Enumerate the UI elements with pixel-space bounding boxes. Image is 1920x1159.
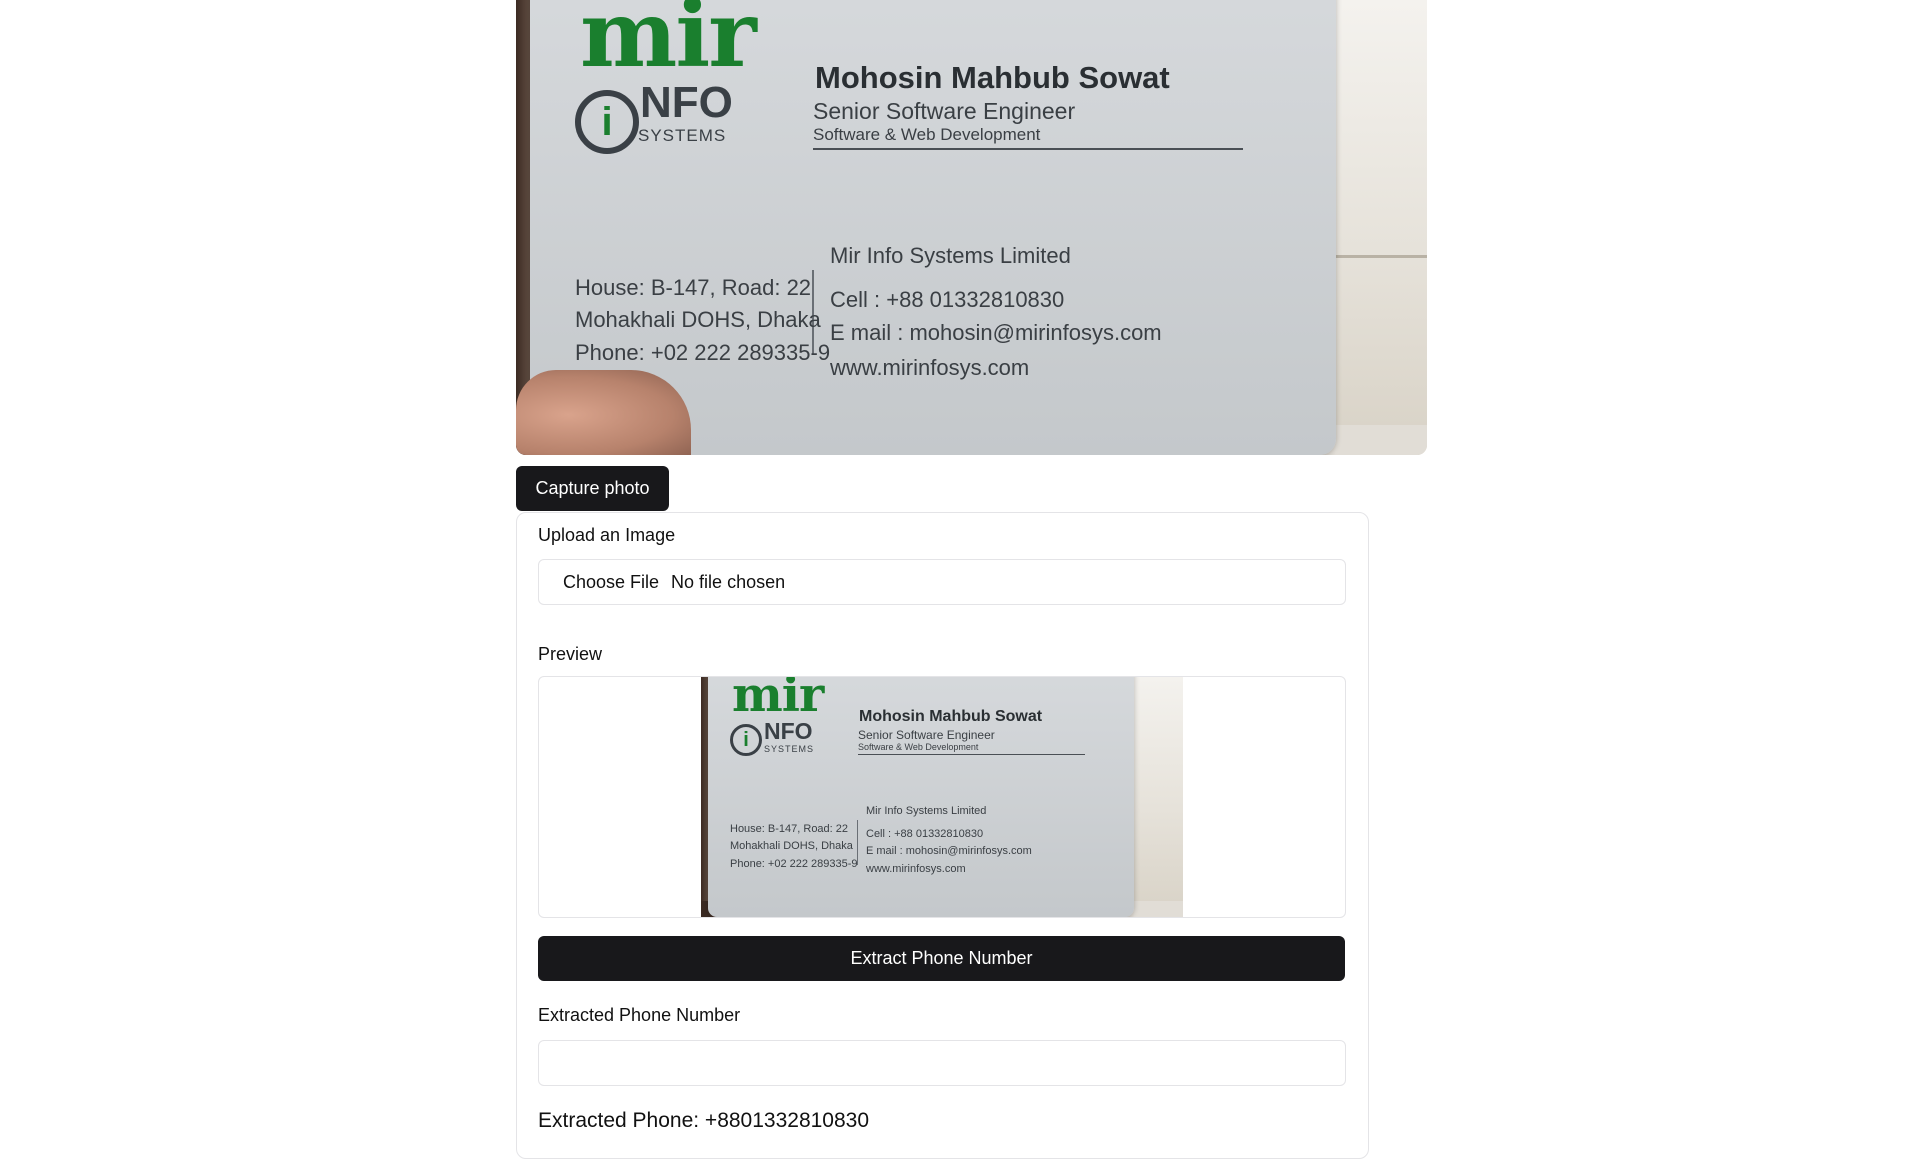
extract-form-panel: Upload an Image Choose File No file chos… <box>516 512 1369 1159</box>
preview-card-title: Senior Software Engineer <box>858 728 995 742</box>
card-department: Software & Web Development <box>813 125 1041 144</box>
preview-business-card: mir i NFO SYSTEMS Mohosin Mahbub Sowat S… <box>708 677 1134 917</box>
extract-phone-button[interactable]: Extract Phone Number <box>538 936 1345 981</box>
card-address-line1: House: B-147, Road: 22 <box>575 275 812 300</box>
card-logo-info: NFO <box>640 78 733 127</box>
extracted-phone-result: Extracted Phone: +8801332810830 <box>538 1109 870 1132</box>
preview-card-logo-mir: mir <box>732 677 824 723</box>
file-status-text: No file chosen <box>671 571 786 592</box>
camera-hand <box>516 370 691 455</box>
extracted-phone-field[interactable] <box>538 1040 1346 1086</box>
card-address-line2: Mohakhali DOHS, Dhaka <box>575 307 821 332</box>
preview-card-company: Mir Info Systems Limited <box>866 805 987 817</box>
card-website: www.mirinfosys.com <box>830 355 1030 380</box>
preview-card-department: Software & Web Development <box>858 742 979 752</box>
preview-card-address-phone: Phone: +02 222 289335-9 <box>730 858 858 870</box>
preview-card-website: www.mirinfosys.com <box>866 863 966 875</box>
card-company: Mir Info Systems Limited <box>830 243 1071 268</box>
card-divider <box>813 148 1243 150</box>
preview-card-cell: Cell : +88 01332810830 <box>866 828 984 840</box>
card-logo-mir: mir <box>580 0 757 88</box>
card-address-phone: Phone: +02 222 289335-9 <box>575 340 831 365</box>
card-title: Senior Software Engineer <box>813 98 1076 124</box>
card-cell: Cell : +88 01332810830 <box>830 287 1065 312</box>
card-name: Mohosin Mahbub Sowat <box>815 60 1170 95</box>
extracted-phone-label: Extracted Phone Number <box>538 1005 741 1025</box>
preview-card-address-line2: Mohakhali DOHS, Dhaka <box>730 840 853 852</box>
preview-image: mir i NFO SYSTEMS Mohosin Mahbub Sowat S… <box>701 677 1183 917</box>
card-email: E mail : mohosin@mirinfosys.com <box>830 320 1162 345</box>
preview-card-logo-systems: SYSTEMS <box>764 744 815 754</box>
card-logo-i-icon: i <box>575 90 639 154</box>
upload-label: Upload an Image <box>538 525 676 545</box>
preview-card-address-line1: House: B-147, Road: 22 <box>730 823 849 835</box>
preview-card-name: Mohosin Mahbub Sowat <box>859 708 1043 725</box>
preview-card-divider <box>858 754 1085 755</box>
preview-label: Preview <box>538 644 603 664</box>
preview-card-logo-info: NFO <box>764 718 813 744</box>
choose-file-button[interactable]: Choose File <box>563 572 659 593</box>
capture-photo-button[interactable]: Capture photo <box>516 466 669 511</box>
card-logo-systems: SYSTEMS <box>638 126 727 145</box>
preview-container: mir i NFO SYSTEMS Mohosin Mahbub Sowat S… <box>538 676 1346 918</box>
camera-feed: mir i NFO SYSTEMS Mohosin Mahbub Sowat S… <box>516 0 1427 455</box>
file-upload-input[interactable]: Choose File No file chosen <box>538 559 1346 605</box>
preview-card-email: E mail : mohosin@mirinfosys.com <box>866 845 1032 857</box>
preview-card-logo-i-icon: i <box>730 724 762 756</box>
